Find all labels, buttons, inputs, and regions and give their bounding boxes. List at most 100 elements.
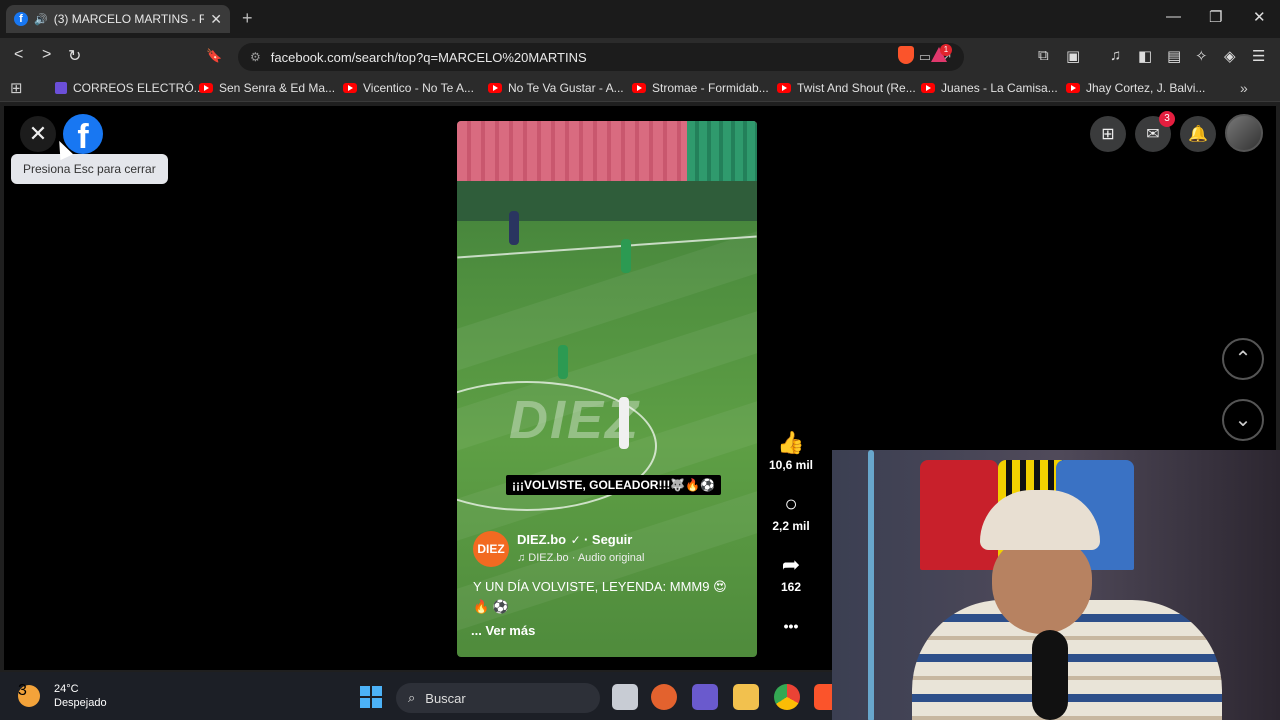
mail-icon xyxy=(55,82,67,94)
video-caption: ¡¡¡VOLVISTE, GOLEADOR!!!🐺🔥⚽ xyxy=(506,475,722,495)
share-count: 162 xyxy=(780,580,802,594)
comment-action[interactable]: ○ 2,2 mil xyxy=(765,491,817,533)
brave-shield-icon[interactable] xyxy=(898,46,914,64)
facebook-favicon-icon: f xyxy=(14,12,28,26)
follow-button[interactable]: · Seguir xyxy=(584,532,632,547)
file-explorer-icon[interactable] xyxy=(733,684,759,710)
extensions-icon[interactable]: ⧉ xyxy=(1038,47,1049,64)
bookmark-item[interactable]: Juanes - La Camisa... xyxy=(921,81,1058,95)
tab-facebook[interactable]: f 🔊 (3) MARCELO MARTINS - Res ✕ xyxy=(6,5,230,33)
reel-description-emoji: 🔥 ⚽ xyxy=(473,599,509,614)
restore-button[interactable]: ❐ xyxy=(1209,8,1222,26)
youtube-icon xyxy=(777,83,791,93)
taskbar-search[interactable]: ⌕ Buscar xyxy=(396,683,600,713)
new-tab-button[interactable]: + xyxy=(242,8,253,29)
menu-grid-icon[interactable]: ⊞ xyxy=(1090,116,1126,152)
firefox-icon[interactable] xyxy=(651,684,677,710)
site-info-icon[interactable]: ⚙ xyxy=(250,50,261,64)
back-button[interactable]: < xyxy=(14,46,23,64)
streamer-face xyxy=(992,538,1092,634)
apps-grid-icon[interactable]: ⊞ xyxy=(10,79,23,97)
reload-button[interactable]: ↻ xyxy=(68,46,81,66)
player xyxy=(558,345,568,379)
address-bar[interactable]: ⚙ facebook.com/search/top?q=MARCELO%20MA… xyxy=(238,43,964,71)
notifications-bell-icon[interactable]: 🔔 xyxy=(1180,116,1216,152)
reel-description: Y UN DÍA VOLVISTE, LEYENDA: MMM9 😍 xyxy=(473,579,727,594)
youtube-icon xyxy=(488,83,502,93)
cast-icon[interactable]: ▭ xyxy=(919,49,931,65)
stadium-stands-green xyxy=(687,121,757,181)
previous-reel-button[interactable]: ⌃ xyxy=(1222,338,1264,380)
rewards-badge: 1 xyxy=(940,44,952,56)
browser-window: f 🔊 (3) MARCELO MARTINS - Res ✕ + — ❐ ✕ … xyxy=(0,0,1280,720)
wallet-icon[interactable]: ▤ xyxy=(1167,47,1181,65)
start-button[interactable] xyxy=(360,686,382,708)
weather-widget[interactable]: 24°C Despejado xyxy=(18,682,107,710)
youtube-icon xyxy=(199,83,213,93)
reel-video[interactable]: DIEZ ¡¡¡VOLVISTE, GOLEADOR!!!🐺🔥⚽ DIEZ DI… xyxy=(457,121,757,657)
sidebar-icon[interactable]: ◧ xyxy=(1138,47,1152,65)
media-icon[interactable]: ♫ xyxy=(1110,47,1121,64)
comment-icon[interactable]: ○ xyxy=(765,491,817,517)
window-close-button[interactable]: ✕ xyxy=(1253,8,1266,26)
like-thumb-icon[interactable]: 👍 xyxy=(765,430,817,456)
audio-icon[interactable]: 🔊 xyxy=(34,13,48,26)
led-strip xyxy=(868,450,874,720)
audio-source[interactable]: ♫ DIEZ.bo · Audio original xyxy=(517,552,644,564)
diez-logo[interactable]: DIEZ xyxy=(473,531,509,567)
bookmark-item[interactable]: Jhay Cortez, J. Balvi... xyxy=(1066,81,1205,95)
author-name[interactable]: DIEZ.bo xyxy=(517,532,566,547)
close-tooltip: Presiona Esc para cerrar xyxy=(11,154,168,184)
more-dots-icon[interactable]: ••• xyxy=(765,618,817,634)
bookmark-item[interactable]: No Te Va Gustar - A... xyxy=(488,81,624,95)
bookmarks-bar: ⊞ CORREOS ELECTRÓ... Sen Senra & Ed Ma..… xyxy=(0,76,1280,102)
messenger-badge: 3 xyxy=(1159,111,1175,127)
vpn-icon[interactable]: ◈ xyxy=(1224,47,1236,65)
browser-toolbar: < > ↻ 🔖 ⚙ facebook.com/search/top?q=MARC… xyxy=(0,38,1280,76)
youtube-icon xyxy=(632,83,646,93)
weather-condition: Despejado xyxy=(54,697,107,709)
webcam-overlay xyxy=(832,450,1280,720)
minimize-button[interactable]: — xyxy=(1166,8,1181,25)
teams-icon[interactable] xyxy=(692,684,718,710)
more-options-button[interactable]: ••• xyxy=(765,616,817,634)
microphone xyxy=(1032,630,1068,720)
chrome-icon[interactable] xyxy=(774,684,800,710)
youtube-icon xyxy=(343,83,357,93)
menu-icon[interactable]: ☰ xyxy=(1252,47,1265,65)
task-view-icon[interactable] xyxy=(612,684,638,710)
bookmark-item[interactable]: Vicentico - No Te A... xyxy=(343,81,474,95)
verified-icon: ✓ xyxy=(570,533,584,547)
bookmark-item[interactable]: Stromae - Formidab... xyxy=(632,81,769,95)
bookmark-item[interactable]: Sen Senra & Ed Ma... xyxy=(199,81,335,95)
url-text[interactable]: facebook.com/search/top?q=MARCELO%20MART… xyxy=(271,50,587,65)
more-bookmarks-icon[interactable]: » xyxy=(1240,80,1248,96)
share-action[interactable]: ➦ 162 xyxy=(765,552,817,594)
weather-badge: 3 xyxy=(18,682,27,699)
profile-avatar[interactable] xyxy=(1225,114,1263,152)
bookmark-item[interactable]: CORREOS ELECTRÓ... xyxy=(55,81,204,95)
forward-button[interactable]: > xyxy=(42,46,51,64)
youtube-icon xyxy=(921,83,935,93)
tab-strip: f 🔊 (3) MARCELO MARTINS - Res ✕ + — ❐ ✕ xyxy=(0,0,1280,38)
referee xyxy=(509,211,519,245)
player xyxy=(621,239,631,273)
temperature: 24°C xyxy=(54,683,79,695)
like-action[interactable]: 👍 10,6 mil xyxy=(765,430,817,472)
reel-author: DIEZ DIEZ.bo ✓ · Seguir ♫ DIEZ.bo · Audi… xyxy=(473,531,644,567)
bookmark-icon[interactable]: 🔖 xyxy=(206,48,222,64)
tab-close-icon[interactable]: ✕ xyxy=(210,11,222,28)
team-bench xyxy=(457,181,757,221)
close-viewer-button[interactable]: ✕ xyxy=(20,116,56,152)
youtube-icon xyxy=(1066,83,1080,93)
tab-search-icon[interactable]: ▣ xyxy=(1066,47,1080,65)
next-reel-button[interactable]: ⌄ xyxy=(1222,399,1264,441)
see-more-link[interactable]: ... Ver más xyxy=(471,623,535,638)
leo-ai-icon[interactable]: ✧ xyxy=(1195,47,1208,65)
tab-title: (3) MARCELO MARTINS - Res xyxy=(53,12,205,26)
like-count: 10,6 mil xyxy=(768,458,814,472)
bookmark-item[interactable]: Twist And Shout (Re... xyxy=(777,81,916,95)
player xyxy=(619,397,629,449)
share-arrow-icon[interactable]: ➦ xyxy=(765,552,817,578)
comment-count: 2,2 mil xyxy=(772,519,810,533)
